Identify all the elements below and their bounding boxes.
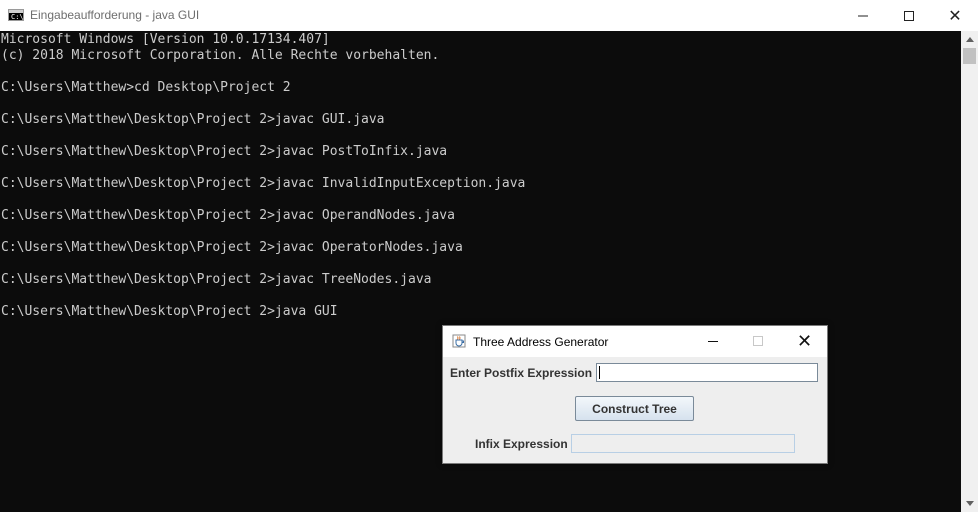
scroll-up-arrow-icon[interactable] <box>961 31 978 48</box>
maximize-icon <box>904 10 914 21</box>
scroll-thumb[interactable] <box>963 48 976 64</box>
postfix-expression-label: Enter Postfix Expression <box>450 366 593 380</box>
construct-tree-button[interactable]: Construct Tree <box>575 396 694 421</box>
java-content-panel: Enter Postfix Expression Construct Tree … <box>443 357 827 463</box>
console-line: C:\Users\Matthew\Desktop\Project 2>java … <box>1 304 338 319</box>
console-minimize-button[interactable] <box>840 0 886 31</box>
java-window-title: Three Address Generator <box>473 335 609 349</box>
console-line: C:\Users\Matthew\Desktop\Project 2>javac… <box>1 240 463 255</box>
console-line: C:\Users\Matthew\Desktop\Project 2>javac… <box>1 112 385 127</box>
maximize-icon <box>753 336 763 346</box>
console-scrollbar[interactable] <box>961 31 978 512</box>
scroll-down-arrow-icon[interactable] <box>961 495 978 512</box>
infix-expression-field <box>571 434 795 453</box>
console-line: C:\Users\Matthew>cd Desktop\Project 2 <box>1 80 291 95</box>
java-close-button[interactable]: ✕ <box>781 326 826 356</box>
console-titlebar[interactable]: Eingabeaufforderung - java GUI ✕ <box>0 0 978 32</box>
console-line: C:\Users\Matthew\Desktop\Project 2>javac… <box>1 144 448 159</box>
three-address-generator-window: Three Address Generator ✕ Enter Postfix … <box>442 325 828 464</box>
console-close-button[interactable]: ✕ <box>932 0 978 31</box>
java-minimize-button[interactable] <box>691 326 736 356</box>
console-maximize-button[interactable] <box>886 0 932 31</box>
console-line: C:\Users\Matthew\Desktop\Project 2>javac… <box>1 272 432 287</box>
minimize-icon <box>858 15 868 16</box>
infix-expression-label: Infix Expression <box>475 437 568 451</box>
command-prompt-icon <box>8 9 24 21</box>
minimize-icon <box>708 341 718 342</box>
java-titlebar[interactable]: Three Address Generator ✕ <box>443 326 827 357</box>
java-cup-icon <box>452 334 466 348</box>
java-maximize-button[interactable] <box>736 326 781 356</box>
console-line: (c) 2018 Microsoft Corporation. Alle Rec… <box>1 48 440 63</box>
console-line: C:\Users\Matthew\Desktop\Project 2>javac… <box>1 176 526 191</box>
console-window-title: Eingabeaufforderung - java GUI <box>30 8 200 22</box>
close-icon: ✕ <box>797 331 813 352</box>
console-line: C:\Users\Matthew\Desktop\Project 2>javac… <box>1 208 455 223</box>
postfix-expression-input[interactable] <box>596 363 818 382</box>
close-icon: ✕ <box>948 5 962 25</box>
console-line: Microsoft Windows [Version 10.0.17134.40… <box>1 32 330 47</box>
